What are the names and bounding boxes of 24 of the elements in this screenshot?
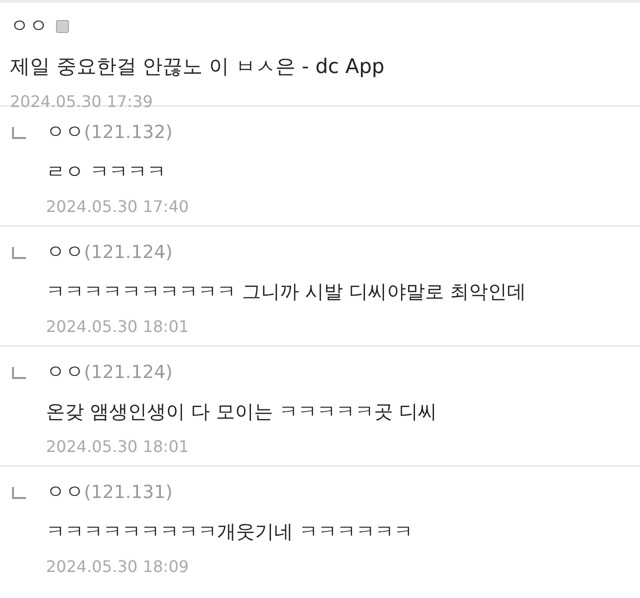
comment-date: 2024.05.30 18:01 <box>46 437 190 456</box>
reply-icon <box>12 367 26 379</box>
reply-icon <box>12 487 26 499</box>
ip-address: (121.132) <box>84 122 172 142</box>
comment-text: 온갖 앰생인생이 다 모이는 ㅋㅋㅋㅋㅋ곳 디씨 <box>46 400 438 425</box>
author-name: ㅇㅇ <box>10 14 48 39</box>
ip-address: (121.124) <box>84 362 172 382</box>
user-badge-icon <box>56 20 69 32</box>
comment-text: ㅋㅋㅋㅋㅋㅋㅋㅋㅋㅋ 그니까 시발 디씨야말로 최악인데 <box>46 280 526 305</box>
reply-icon <box>12 127 26 139</box>
comment-text: ㅋㅋㅋㅋㅋㅋㅋㅋㅋ개웃기네 ㅋㅋㅋㅋㅋㅋ <box>46 520 414 545</box>
author-name: ㅇㅇ <box>46 240 84 265</box>
post-title: 제일 중요한걸 안끊노 이 ㅂㅅ은 - dc App <box>10 53 386 80</box>
comment-date: 2024.05.30 18:09 <box>46 557 190 576</box>
comment-date: 2024.05.30 17:40 <box>46 197 189 216</box>
comment-date: 2024.05.30 18:01 <box>46 317 190 336</box>
ip-address: (121.131) <box>84 482 172 502</box>
post-date: 2024.05.30 17:39 <box>10 92 154 111</box>
reply-icon <box>12 247 26 259</box>
comment-text: ㄹㅇ ㅋㅋㅋㅋ <box>46 160 168 185</box>
author-name: ㅇㅇ <box>46 120 84 145</box>
author-name: ㅇㅇ <box>46 480 84 505</box>
author-name: ㅇㅇ <box>46 360 84 385</box>
ip-address: (121.124) <box>84 242 172 262</box>
